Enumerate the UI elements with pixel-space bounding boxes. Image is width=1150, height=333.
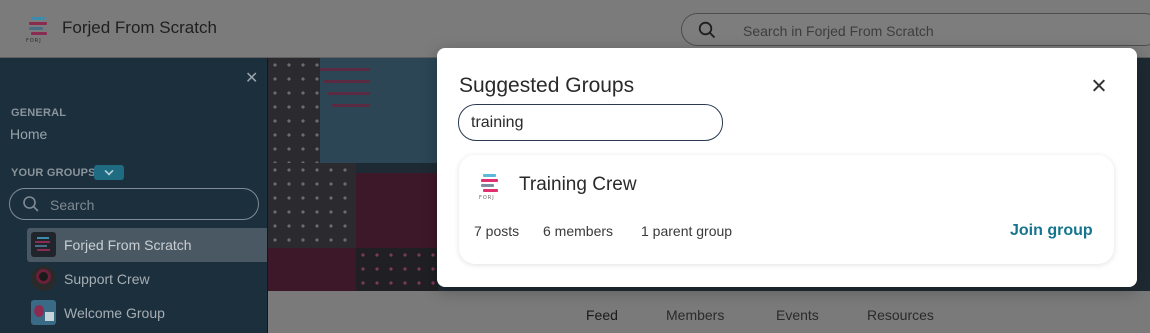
close-icon[interactable]: ✕ [245, 68, 258, 88]
global-search-input[interactable]: Search in Forjed From Scratch [681, 13, 1150, 46]
sidebar-item-forjed-from-scratch[interactable]: Forjed From Scratch [27, 228, 267, 262]
sidebar-item-support-crew[interactable]: Support Crew [27, 262, 267, 296]
section-general: GENERAL [11, 107, 67, 119]
group-avatar [31, 232, 56, 257]
sidebar-item-label: Support Crew [64, 271, 150, 287]
section-your-groups: YOUR GROUPS [11, 167, 96, 179]
sidebar-search-placeholder: Search [50, 197, 95, 213]
sidebar: ✕ GENERAL Home YOUR GROUPS Search Forjed… [0, 58, 268, 333]
search-icon [23, 196, 39, 212]
group-avatar [31, 300, 56, 325]
close-icon[interactable] [1088, 75, 1110, 97]
cover-pattern [268, 58, 320, 163]
posts-count: 7 posts [474, 223, 520, 239]
suggested-groups-modal: Suggested Groups FORJ Training Crew 7 po… [437, 48, 1137, 287]
group-logo: FORJ [479, 172, 503, 202]
chevron-down-icon[interactable] [94, 165, 124, 180]
group-result-card[interactable]: FORJ Training Crew 7 posts 6 members 1 p… [459, 155, 1114, 264]
tab-resources[interactable]: Resources [867, 307, 934, 323]
tab-feed[interactable]: Feed [586, 307, 618, 323]
modal-title: Suggested Groups [459, 74, 635, 97]
tab-events[interactable]: Events [776, 307, 819, 323]
cover-pattern [320, 58, 438, 163]
sidebar-item-home[interactable]: Home [10, 126, 47, 142]
cover-pattern [268, 163, 356, 248]
cover-pattern [324, 80, 370, 83]
group-name[interactable]: Training Crew [519, 174, 637, 196]
group-tabs: Feed Members Events Resources [268, 291, 1150, 333]
cover-pattern [268, 248, 356, 291]
cover-pattern [332, 104, 370, 107]
cover-pattern [356, 248, 438, 291]
logo-text: FORJ [26, 38, 42, 44]
logo-text: FORJ [479, 195, 495, 201]
app-logo[interactable]: FORJ [26, 15, 52, 45]
cover-pattern [320, 68, 370, 71]
members-count: 6 members [543, 223, 614, 239]
sidebar-item-label: Forjed From Scratch [64, 237, 192, 253]
join-group-button[interactable]: Join group [1010, 222, 1093, 240]
sidebar-search-input[interactable]: Search [9, 188, 259, 220]
tab-members[interactable]: Members [666, 307, 724, 323]
search-icon [698, 21, 716, 39]
sidebar-item-label: Welcome Group [64, 305, 165, 321]
parent-group-count: 1 parent group [641, 223, 733, 239]
sidebar-item-welcome-group[interactable]: Welcome Group [27, 296, 267, 330]
global-search-placeholder: Search in Forjed From Scratch [743, 23, 934, 39]
group-avatar [31, 266, 56, 291]
cover-pattern [356, 173, 438, 248]
group-search-input[interactable] [458, 104, 723, 141]
cover-pattern [328, 92, 370, 95]
app-title[interactable]: Forjed From Scratch [62, 18, 217, 38]
